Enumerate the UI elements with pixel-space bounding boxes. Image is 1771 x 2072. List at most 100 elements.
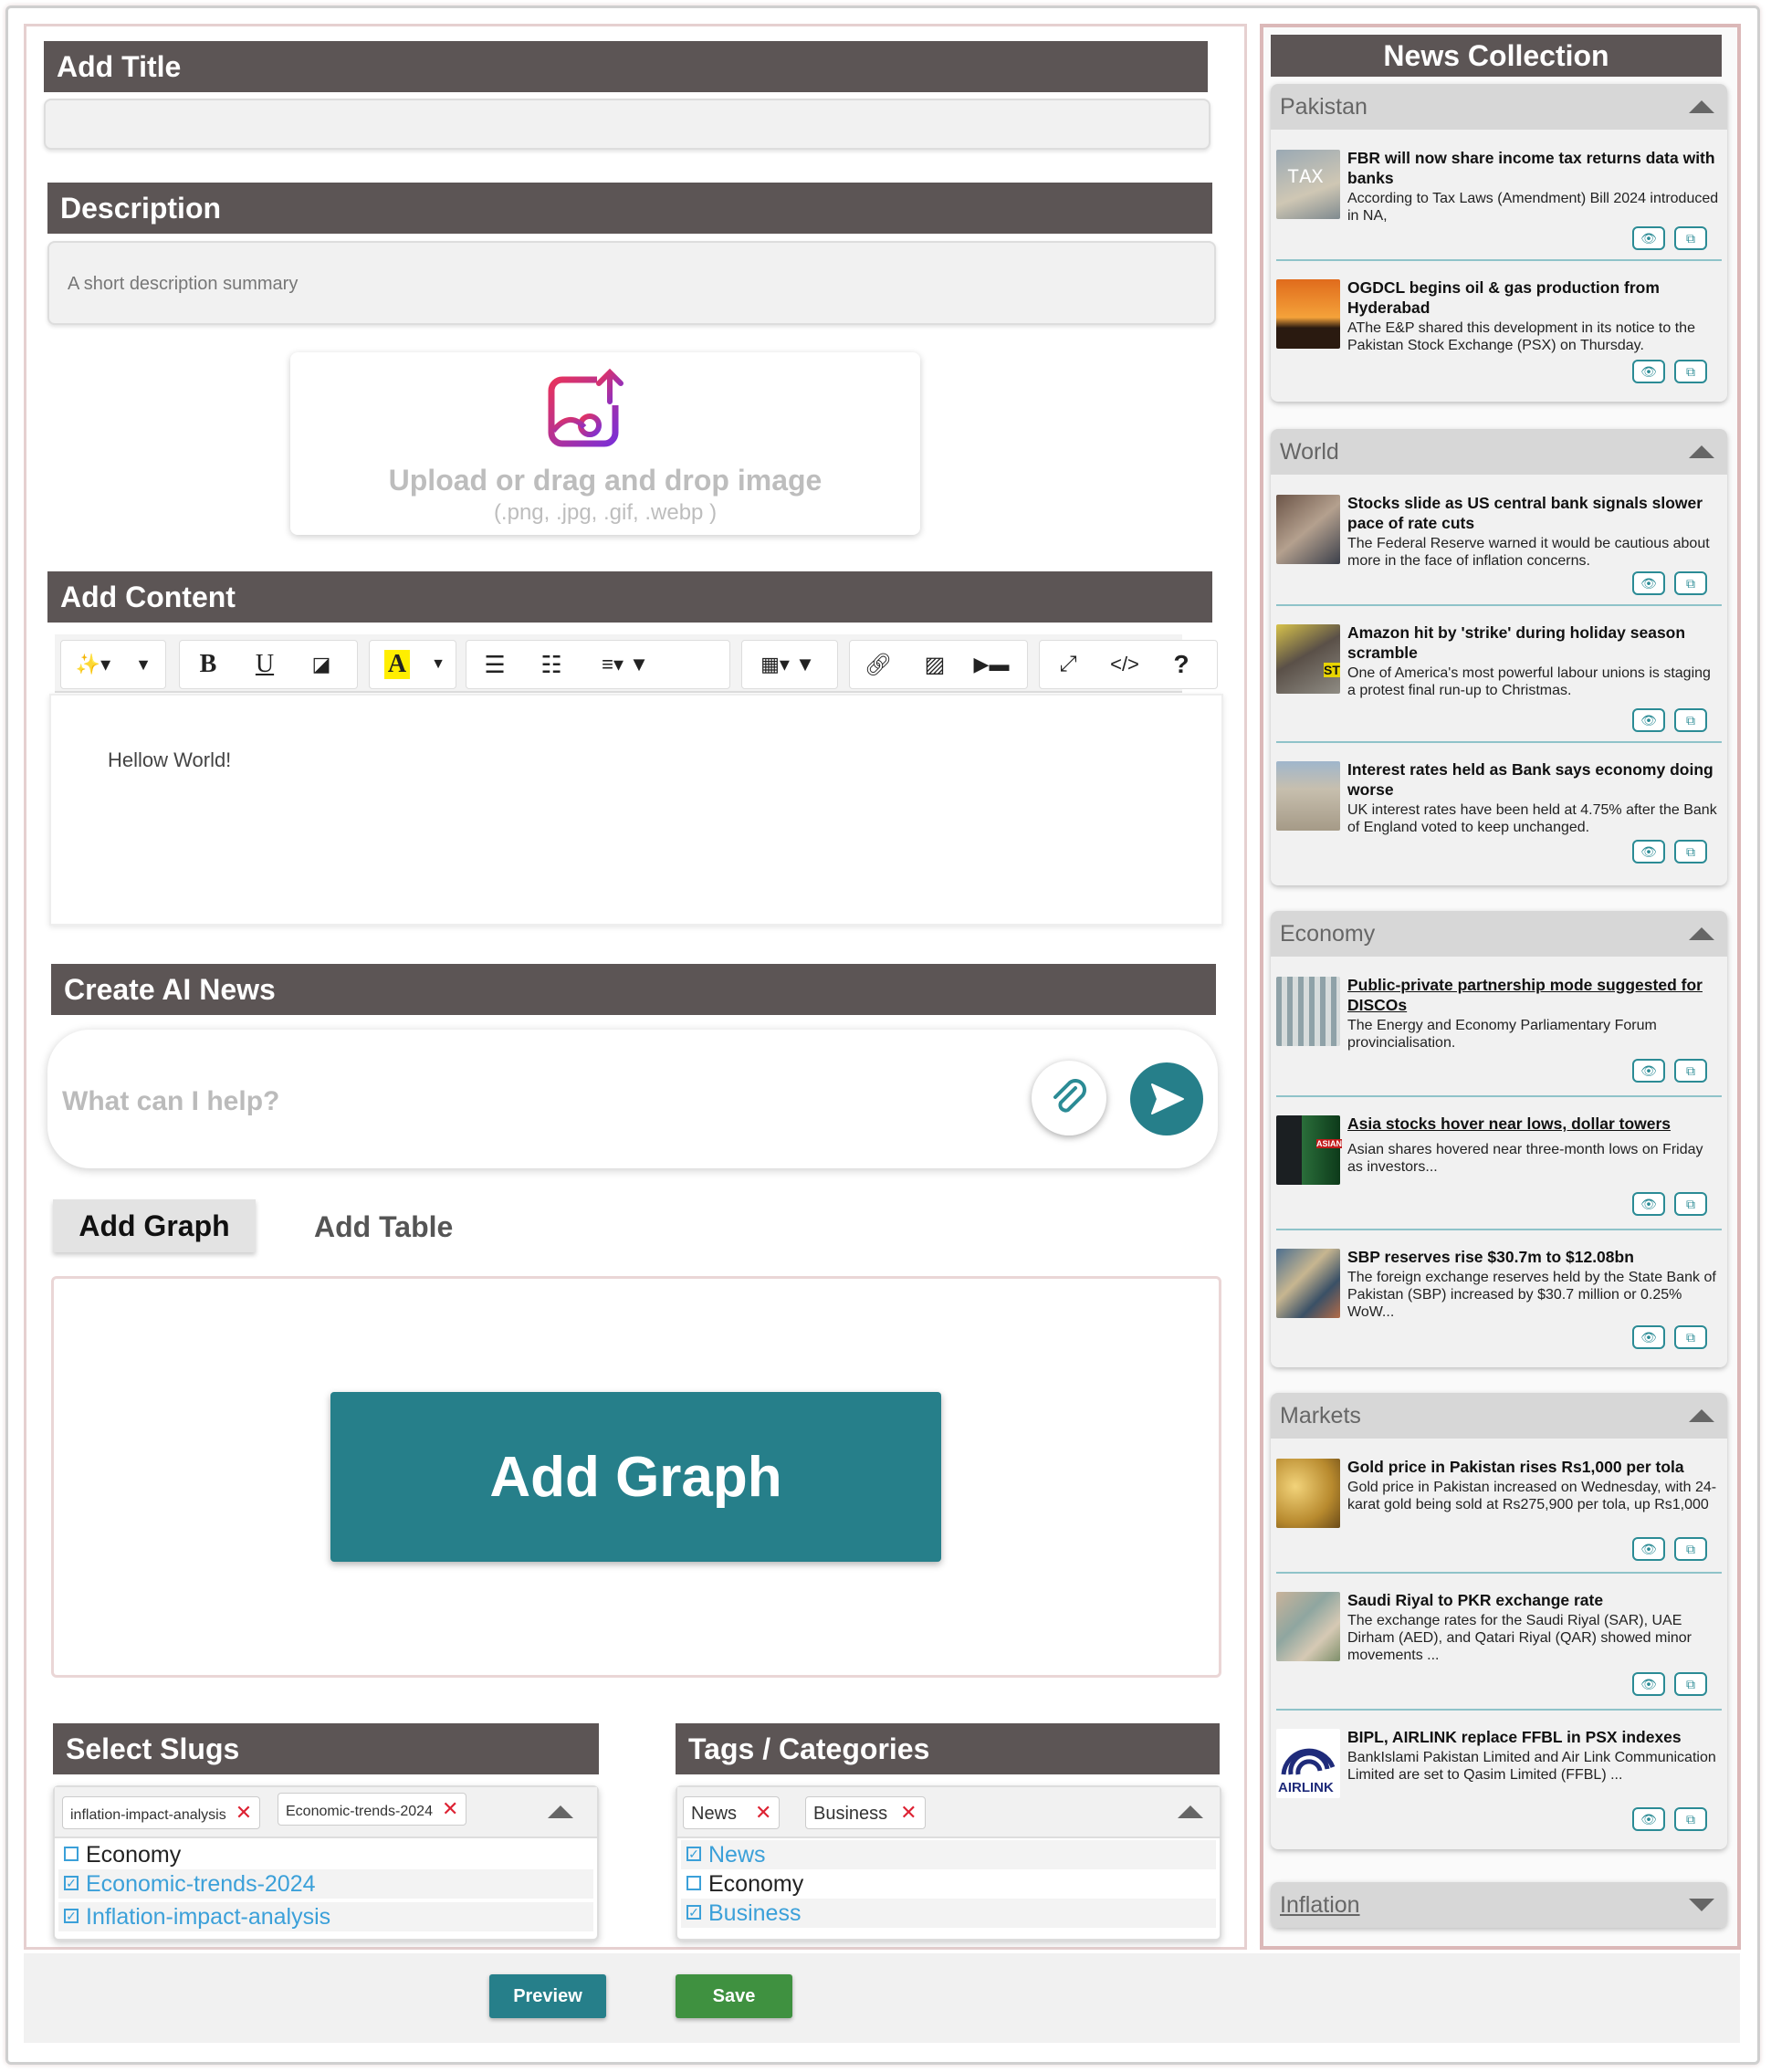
- send-button[interactable]: [1130, 1062, 1203, 1135]
- tag-option[interactable]: ✓ Business: [681, 1899, 1216, 1928]
- news-title[interactable]: Gold price in Pakistan rises Rs1,000 per…: [1347, 1457, 1722, 1477]
- copy-button[interactable]: ⧉: [1674, 708, 1707, 732]
- news-title[interactable]: FBR will now share income tax returns da…: [1347, 148, 1722, 188]
- copy-button[interactable]: ⧉: [1674, 1325, 1707, 1349]
- description-input[interactable]: A short description summary: [47, 241, 1216, 325]
- view-button[interactable]: 👁︎: [1632, 840, 1665, 863]
- help-button[interactable]: ?: [1153, 640, 1210, 689]
- news-title[interactable]: Interest rates held as Bank says economy…: [1347, 759, 1722, 800]
- text-color-icon[interactable]: A: [370, 640, 424, 689]
- collapse-icon[interactable]: [1689, 927, 1714, 940]
- align-icon[interactable]: ≡▾ ▼: [580, 640, 671, 689]
- news-title[interactable]: SBP reserves rise $30.7m to $12.08bn: [1347, 1247, 1722, 1267]
- copy-button[interactable]: ⧉: [1674, 1537, 1707, 1561]
- view-button[interactable]: 👁︎: [1632, 708, 1665, 732]
- news-item[interactable]: Saudi Riyal to PKR exchange rate The exc…: [1276, 1583, 1722, 1711]
- news-item[interactable]: ASIAN Asia stocks hover near lows, dolla…: [1276, 1106, 1722, 1230]
- copy-button[interactable]: ⧉: [1674, 571, 1707, 595]
- copy-button[interactable]: ⧉: [1674, 360, 1707, 383]
- news-item[interactable]: OGDCL begins oil & gas production from H…: [1276, 270, 1722, 392]
- view-button[interactable]: 👁︎: [1632, 1537, 1665, 1561]
- preview-button[interactable]: Preview: [489, 1974, 606, 2018]
- slug-chip: Economic-trends-2024 ✕: [278, 1793, 467, 1826]
- section-header[interactable]: Markets: [1271, 1393, 1727, 1439]
- image-icon[interactable]: ▨: [906, 640, 963, 689]
- tag-option[interactable]: ✓ News: [681, 1840, 1216, 1869]
- section-header[interactable]: Economy: [1271, 911, 1727, 957]
- view-button[interactable]: 👁︎: [1632, 360, 1665, 383]
- news-item[interactable]: TAX FBR will now share income tax return…: [1276, 141, 1722, 261]
- copy-button[interactable]: ⧉: [1674, 1807, 1707, 1831]
- news-item[interactable]: Interest rates held as Bank says economy…: [1276, 752, 1722, 878]
- underline-button[interactable]: U: [236, 640, 293, 689]
- tab-add-table[interactable]: Add Table: [314, 1210, 453, 1244]
- bold-button[interactable]: B: [180, 640, 236, 689]
- copy-button[interactable]: ⧉: [1674, 1192, 1707, 1216]
- content-editor[interactable]: Hellow World!: [49, 694, 1223, 926]
- bullet-list-icon[interactable]: ☰: [466, 640, 523, 689]
- fullscreen-icon[interactable]: ⤢: [1040, 640, 1096, 689]
- style-dropdown-icon[interactable]: ▼: [125, 640, 162, 689]
- copy-button[interactable]: ⧉: [1674, 226, 1707, 250]
- tags-select[interactable]: News ✕ Business ✕ ✓ News Economy ✓ Business: [676, 1785, 1221, 1941]
- news-item[interactable]: AIRLINK BIPL, AIRLINK replace FFBL in PS…: [1276, 1720, 1722, 1842]
- view-button[interactable]: 👁︎: [1632, 226, 1665, 250]
- section-header[interactable]: Pakistan: [1271, 84, 1727, 130]
- news-title[interactable]: Stocks slide as US central bank signals …: [1347, 493, 1722, 533]
- code-view-button[interactable]: </>: [1096, 640, 1153, 689]
- color-dropdown-icon[interactable]: ▼: [424, 640, 452, 689]
- slug-option[interactable]: ✓ Economic-trends-2024: [58, 1869, 593, 1899]
- attach-button[interactable]: [1032, 1061, 1106, 1135]
- collapse-icon[interactable]: [1178, 1805, 1203, 1818]
- save-button[interactable]: Save: [676, 1974, 792, 2018]
- news-item[interactable]: SBP reserves rise $30.7m to $12.08bn The…: [1276, 1240, 1722, 1362]
- copy-button[interactable]: ⧉: [1674, 1672, 1707, 1696]
- news-item[interactable]: Stocks slide as US central bank signals …: [1276, 486, 1722, 606]
- footer-bar: [24, 1953, 1740, 2043]
- image-upload-dropzone[interactable]: Upload or drag and drop image (.png, .jp…: [290, 352, 920, 535]
- news-title[interactable]: Saudi Riyal to PKR exchange rate: [1347, 1590, 1722, 1610]
- collapse-icon[interactable]: [1689, 100, 1714, 113]
- add-graph-button[interactable]: Add Graph: [330, 1392, 941, 1562]
- remove-icon[interactable]: ✕: [900, 1801, 917, 1824]
- title-input[interactable]: [44, 99, 1210, 150]
- tab-add-graph[interactable]: Add Graph: [53, 1199, 256, 1252]
- view-button[interactable]: 👁︎: [1632, 1807, 1665, 1831]
- news-item[interactable]: ST Amazon hit by 'strike' during holiday…: [1276, 615, 1722, 743]
- video-icon[interactable]: ▶▬: [963, 640, 1020, 689]
- section-header[interactable]: World: [1271, 429, 1727, 475]
- copy-button[interactable]: ⧉: [1674, 840, 1707, 863]
- news-title[interactable]: Asia stocks hover near lows, dollar towe…: [1347, 1114, 1722, 1134]
- remove-icon[interactable]: ✕: [755, 1801, 771, 1824]
- collapse-icon[interactable]: [1689, 445, 1714, 458]
- copy-button[interactable]: ⧉: [1674, 1059, 1707, 1083]
- tag-option[interactable]: Economy: [681, 1869, 1216, 1899]
- table-icon[interactable]: ▦▾ ▼: [742, 640, 833, 689]
- view-button[interactable]: 👁︎: [1632, 571, 1665, 595]
- news-item[interactable]: Gold price in Pakistan rises Rs1,000 per…: [1276, 1449, 1722, 1574]
- remove-icon[interactable]: ✕: [442, 1797, 458, 1820]
- view-button[interactable]: 👁︎: [1632, 1192, 1665, 1216]
- expand-icon[interactable]: [1689, 1899, 1714, 1911]
- collapse-icon[interactable]: [1689, 1409, 1714, 1422]
- remove-icon[interactable]: ✕: [236, 1801, 252, 1824]
- eraser-icon[interactable]: ◪: [293, 640, 350, 689]
- news-title[interactable]: Public-private partnership mode suggeste…: [1347, 975, 1722, 1015]
- magic-wand-icon[interactable]: ✨▾: [61, 640, 125, 689]
- section-header[interactable]: Inflation: [1271, 1882, 1727, 1928]
- numbered-list-icon[interactable]: ☷: [523, 640, 580, 689]
- ai-prompt-input[interactable]: What can I help?: [47, 1030, 1218, 1168]
- news-title[interactable]: BIPL, AIRLINK replace FFBL in PSX indexe…: [1347, 1727, 1722, 1747]
- slug-option[interactable]: ✓ Inflation-impact-analysis: [58, 1902, 593, 1931]
- collapse-icon[interactable]: [548, 1805, 573, 1818]
- slug-option[interactable]: Economy: [58, 1840, 593, 1869]
- view-button[interactable]: 👁︎: [1632, 1059, 1665, 1083]
- news-item[interactable]: Public-private partnership mode suggeste…: [1276, 968, 1722, 1097]
- news-title[interactable]: OGDCL begins oil & gas production from H…: [1347, 277, 1722, 318]
- slugs-select[interactable]: inflation-impact-analysis ✕ Economic-tren…: [53, 1785, 599, 1941]
- view-button[interactable]: 👁︎: [1632, 1325, 1665, 1349]
- section-markets: Markets Gold price in Pakistan rises Rs1…: [1271, 1393, 1727, 1849]
- link-icon[interactable]: 🔗︎: [850, 640, 906, 689]
- view-button[interactable]: 👁︎: [1632, 1672, 1665, 1696]
- news-title[interactable]: Amazon hit by 'strike' during holiday se…: [1347, 623, 1722, 663]
